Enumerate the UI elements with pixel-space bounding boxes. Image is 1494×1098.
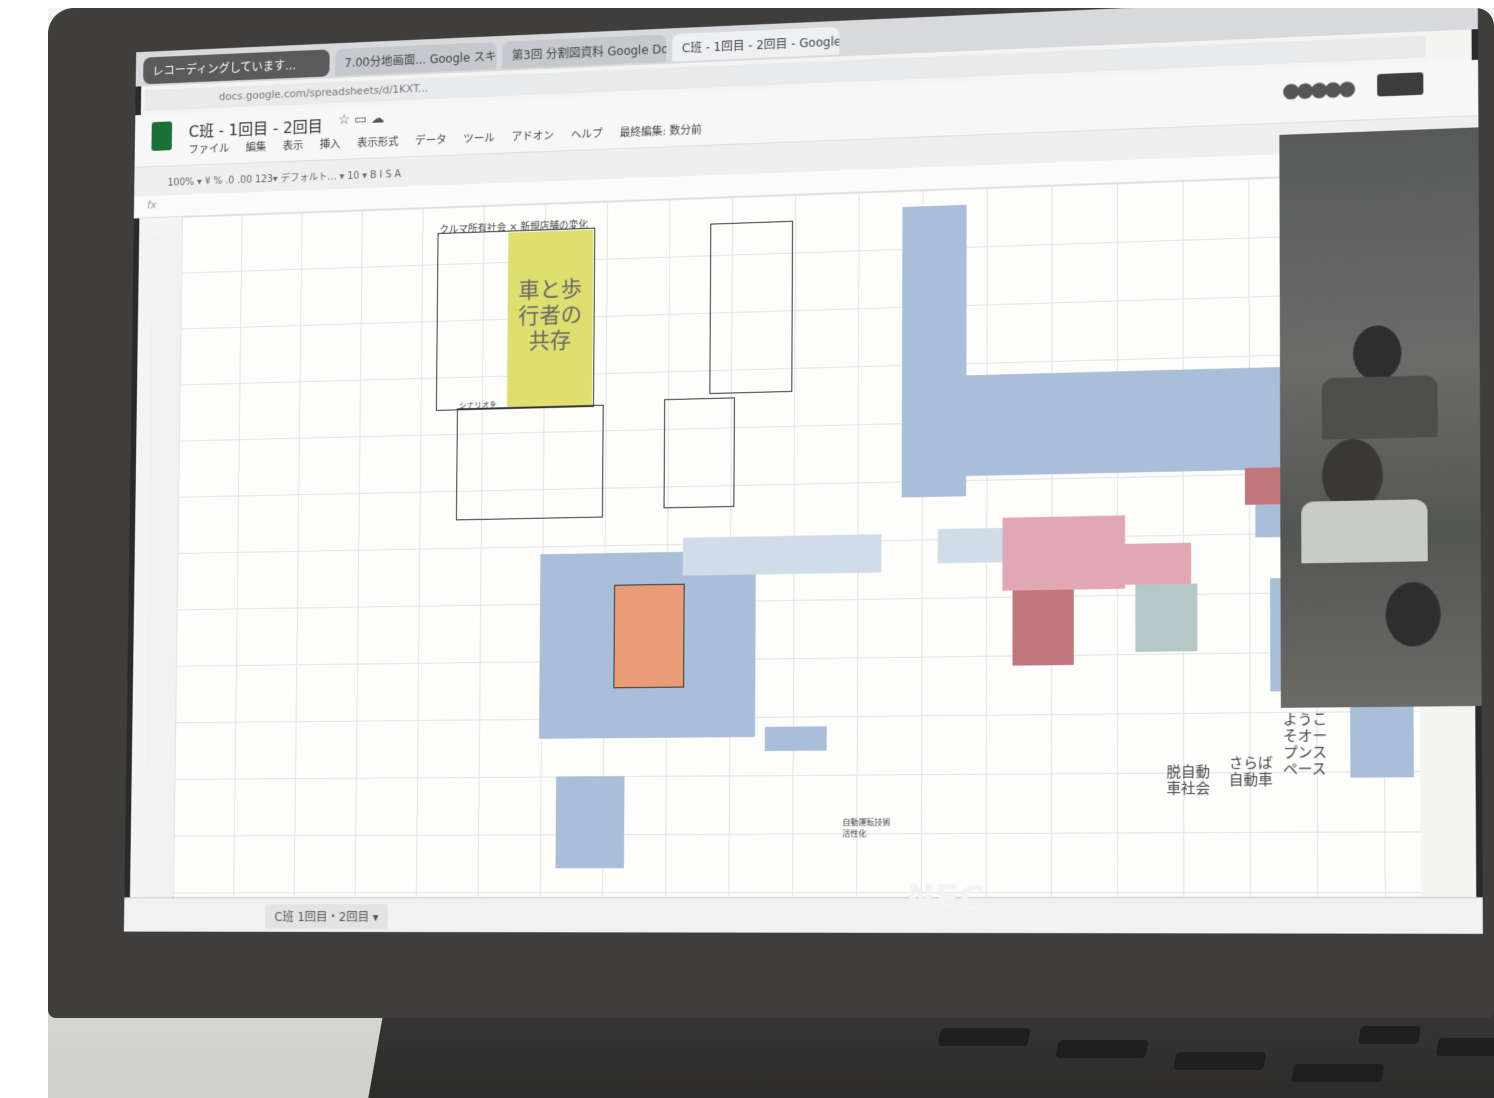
pink-cluster[interactable]: [1002, 515, 1126, 591]
orange-cell[interactable]: [613, 583, 685, 689]
key: [1291, 1064, 1385, 1082]
menu-tools[interactable]: ツール: [463, 132, 495, 146]
collaborator-avatars[interactable]: ●●●●●: [1282, 75, 1352, 102]
laptop-screen: レコーディングしています... 7.00分地画面... Google スキ...…: [123, 8, 1483, 934]
red-cell[interactable]: [1012, 589, 1074, 666]
blue-cell[interactable]: [937, 527, 1003, 564]
key: [937, 1028, 1031, 1046]
scenario-label: シナリオを: [458, 400, 498, 411]
scenario-name-1: 脱自動 車社会: [1166, 764, 1211, 798]
outlined-box: [455, 404, 604, 521]
menu-edit[interactable]: 編集: [246, 141, 267, 154]
sheets-logo-icon[interactable]: [151, 121, 173, 151]
blue-cell[interactable]: [764, 726, 827, 752]
menu-addons[interactable]: アドオン: [512, 129, 554, 143]
scenario-name-3: ようこ そオー プンス ペース: [1282, 711, 1328, 779]
menu-insert[interactable]: 挿入: [320, 138, 341, 151]
sheet-tabs-bar: C班 1回目・2回目 ▾: [123, 897, 1483, 934]
cell-note: 自動運転技術 活性化: [842, 817, 891, 839]
fx-icon: fx: [146, 198, 157, 212]
participant-body: [1301, 499, 1428, 564]
scenario-name-2: さらば 自動車: [1228, 755, 1273, 789]
laptop-lid: レコーディングしています... 7.00分地画面... Google スキ...…: [48, 8, 1494, 1018]
key: [1435, 1038, 1494, 1056]
menu-help[interactable]: ヘルプ: [571, 127, 603, 141]
key: [1055, 1040, 1149, 1058]
participant-video: [1385, 581, 1441, 647]
participant-body: [1321, 375, 1438, 440]
blue-band[interactable]: [966, 366, 1316, 477]
pink-cell[interactable]: [1125, 542, 1192, 585]
browser-tab[interactable]: 7.00分地画面... Google スキ...: [335, 41, 497, 77]
blue-cluster-header[interactable]: [682, 534, 882, 576]
photo: レコーディングしています... 7.00分地画面... Google スキ...…: [48, 8, 1494, 1098]
video-call-panel[interactable]: [1279, 127, 1482, 708]
star-icon[interactable]: ☆ ▭ ☁: [338, 111, 384, 128]
menu-file[interactable]: ファイル: [188, 142, 229, 156]
browser-tab-active[interactable]: C班 - 1回目 - 2回目 - Google ...: [672, 26, 840, 62]
menu-data[interactable]: データ: [415, 133, 447, 147]
toolbar-controls[interactable]: 100% ▾ ¥ % .0 .00 123▾ デフォルト... ▾ 10 ▾ B…: [168, 165, 401, 188]
browser-tab[interactable]: 第3回 分割図資料 Google Docs...: [502, 34, 667, 69]
teal-cell[interactable]: [1135, 583, 1198, 652]
share-button[interactable]: [1377, 72, 1424, 97]
theme-label: 車と歩 行者の 共存: [518, 277, 583, 355]
blue-column[interactable]: [901, 204, 967, 498]
key: [1173, 1052, 1267, 1070]
recording-indicator[interactable]: レコーディングしています...: [143, 49, 330, 85]
blue-cell[interactable]: [555, 776, 625, 869]
outlined-box: [709, 220, 794, 395]
outlined-box: [663, 397, 735, 509]
sheet-tab[interactable]: C班 1回目・2回目 ▾: [264, 904, 389, 930]
last-edit-link[interactable]: 最終編集: 数分前: [620, 123, 702, 139]
menu-view[interactable]: 表示: [283, 139, 304, 152]
screen-frame: レコーディングしています... 7.00分地画面... Google スキ...…: [102, 8, 1494, 950]
laptop-brand-logo: NEC: [905, 876, 987, 920]
key: [1357, 1026, 1421, 1044]
participant-video: [1352, 324, 1402, 382]
menu-format[interactable]: 表示形式: [357, 135, 399, 149]
